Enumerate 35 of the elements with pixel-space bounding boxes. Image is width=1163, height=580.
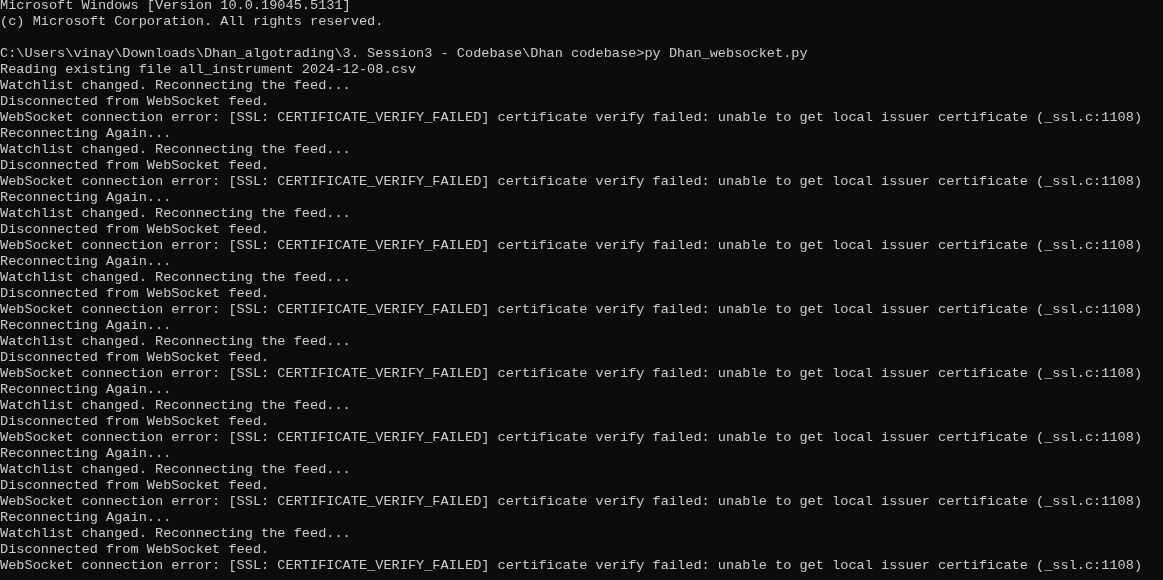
console-line: Reconnecting Again...: [0, 254, 172, 270]
console-line: Reconnecting Again...: [0, 382, 172, 398]
console-line: Disconnected from WebSocket feed.: [0, 350, 270, 366]
console-line: WebSocket connection error: [SSL: CERTIFICATE_VERIFY_FAILED] certificate verify failed: unable to get local issuer certificate (_ssl.c:1108): [0, 558, 1143, 574]
console-line: Reconnecting Again...: [0, 126, 172, 142]
console-line: Microsoft Windows [Version 10.0.19045.5131]: [0, 0, 351, 14]
console-line: Watchlist changed. Reconnecting the feed...: [0, 142, 351, 158]
console-line: Reading existing file all_instrument 2024-12-08.csv: [0, 62, 417, 78]
console-line: Watchlist changed. Reconnecting the feed...: [0, 270, 351, 286]
console-line: Disconnected from WebSocket feed.: [0, 414, 270, 430]
console-line: Reconnecting Again...: [0, 510, 172, 526]
console-line: Watchlist changed. Reconnecting the feed...: [0, 526, 351, 542]
console-line: Disconnected from WebSocket feed.: [0, 222, 270, 238]
console-line: Reconnecting Again...: [0, 318, 172, 334]
console-line: WebSocket connection error: [SSL: CERTIFICATE_VERIFY_FAILED] certificate verify failed: unable to get local issuer certificate (_ssl.c:1108): [0, 366, 1143, 382]
console-line: Disconnected from WebSocket feed.: [0, 286, 270, 302]
console-line: Reconnecting Again...: [0, 446, 172, 462]
console-line: Reconnecting Again...: [0, 190, 172, 206]
console-line: WebSocket connection error: [SSL: CERTIFICATE_VERIFY_FAILED] certificate verify failed: unable to get local issuer certificate (_ssl.c:1108): [0, 494, 1143, 510]
console-line: WebSocket connection error: [SSL: CERTIFICATE_VERIFY_FAILED] certificate verify failed: unable to get local issuer certificate (_ssl.c:1108): [0, 302, 1143, 318]
console-line: Disconnected from WebSocket feed.: [0, 94, 270, 110]
console-line: Disconnected from WebSocket feed.: [0, 158, 270, 174]
console-line: Watchlist changed. Reconnecting the feed...: [0, 462, 351, 478]
console-line: Disconnected from WebSocket feed.: [0, 478, 270, 494]
console-line: Disconnected from WebSocket feed.: [0, 542, 270, 558]
console-line: WebSocket connection error: [SSL: CERTIFICATE_VERIFY_FAILED] certificate verify failed: unable to get local issuer certificate (_ssl.c:1108): [0, 430, 1143, 446]
console-line: C:\Users\vinay\Downloads\Dhan_algotrading\3. Session3 - Codebase\Dhan codebase>py Dhan_websocket.py: [0, 46, 808, 62]
console-line: Watchlist changed. Reconnecting the feed...: [0, 334, 351, 350]
console-line: Watchlist changed. Reconnecting the feed...: [0, 78, 351, 94]
console-line: WebSocket connection error: [SSL: CERTIFICATE_VERIFY_FAILED] certificate verify failed: unable to get local issuer certificate (_ssl.c:1108): [0, 238, 1143, 254]
console-line: (c) Microsoft Corporation. All rights reserved.: [0, 14, 384, 30]
console-line: WebSocket connection error: [SSL: CERTIFICATE_VERIFY_FAILED] certificate verify failed: unable to get local issuer certificate (_ssl.c:1108): [0, 110, 1143, 126]
console-line: Watchlist changed. Reconnecting the feed...: [0, 398, 351, 414]
console-line: Watchlist changed. Reconnecting the feed...: [0, 206, 351, 222]
console-line: WebSocket connection error: [SSL: CERTIFICATE_VERIFY_FAILED] certificate verify failed: unable to get local issuer certificate (_ssl.c:1108): [0, 174, 1143, 190]
